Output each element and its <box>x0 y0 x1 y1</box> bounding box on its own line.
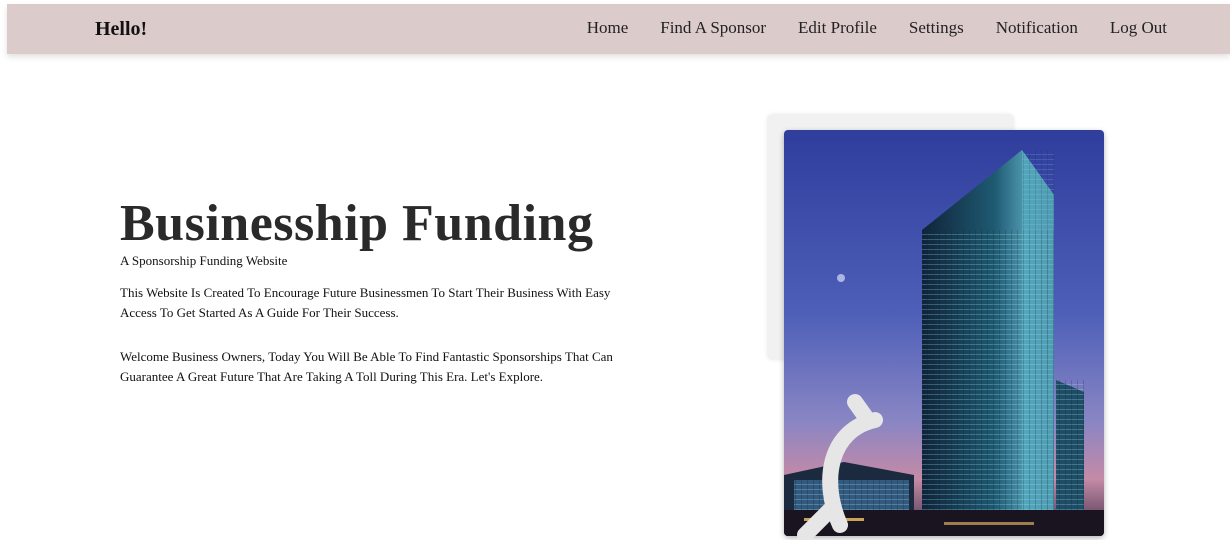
brand-logo[interactable]: Hello! <box>95 18 147 41</box>
hero-description: This Website Is Created To Encourage Fut… <box>120 285 611 320</box>
hero-title: Businesship Funding <box>120 195 594 252</box>
nav-log-out[interactable]: Log Out <box>1110 18 1167 38</box>
nav-home[interactable]: Home <box>587 18 629 38</box>
nav-links: Home Find A Sponsor Edit Profile Setting… <box>587 18 1167 38</box>
navbar: Hello! Home Find A Sponsor Edit Profile … <box>7 4 1230 54</box>
skyscraper-image <box>784 130 1104 536</box>
nav-notification[interactable]: Notification <box>996 18 1078 38</box>
nav-find-a-sponsor[interactable]: Find A Sponsor <box>660 18 766 38</box>
hero-welcome-text: Welcome Business Owners, Today You Will … <box>120 349 613 384</box>
nav-edit-profile[interactable]: Edit Profile <box>798 18 877 38</box>
skyscraper-illustration <box>784 130 1104 536</box>
nav-settings[interactable]: Settings <box>909 18 964 38</box>
hero-subtitle: A Sponsorship Funding Website <box>120 253 288 268</box>
